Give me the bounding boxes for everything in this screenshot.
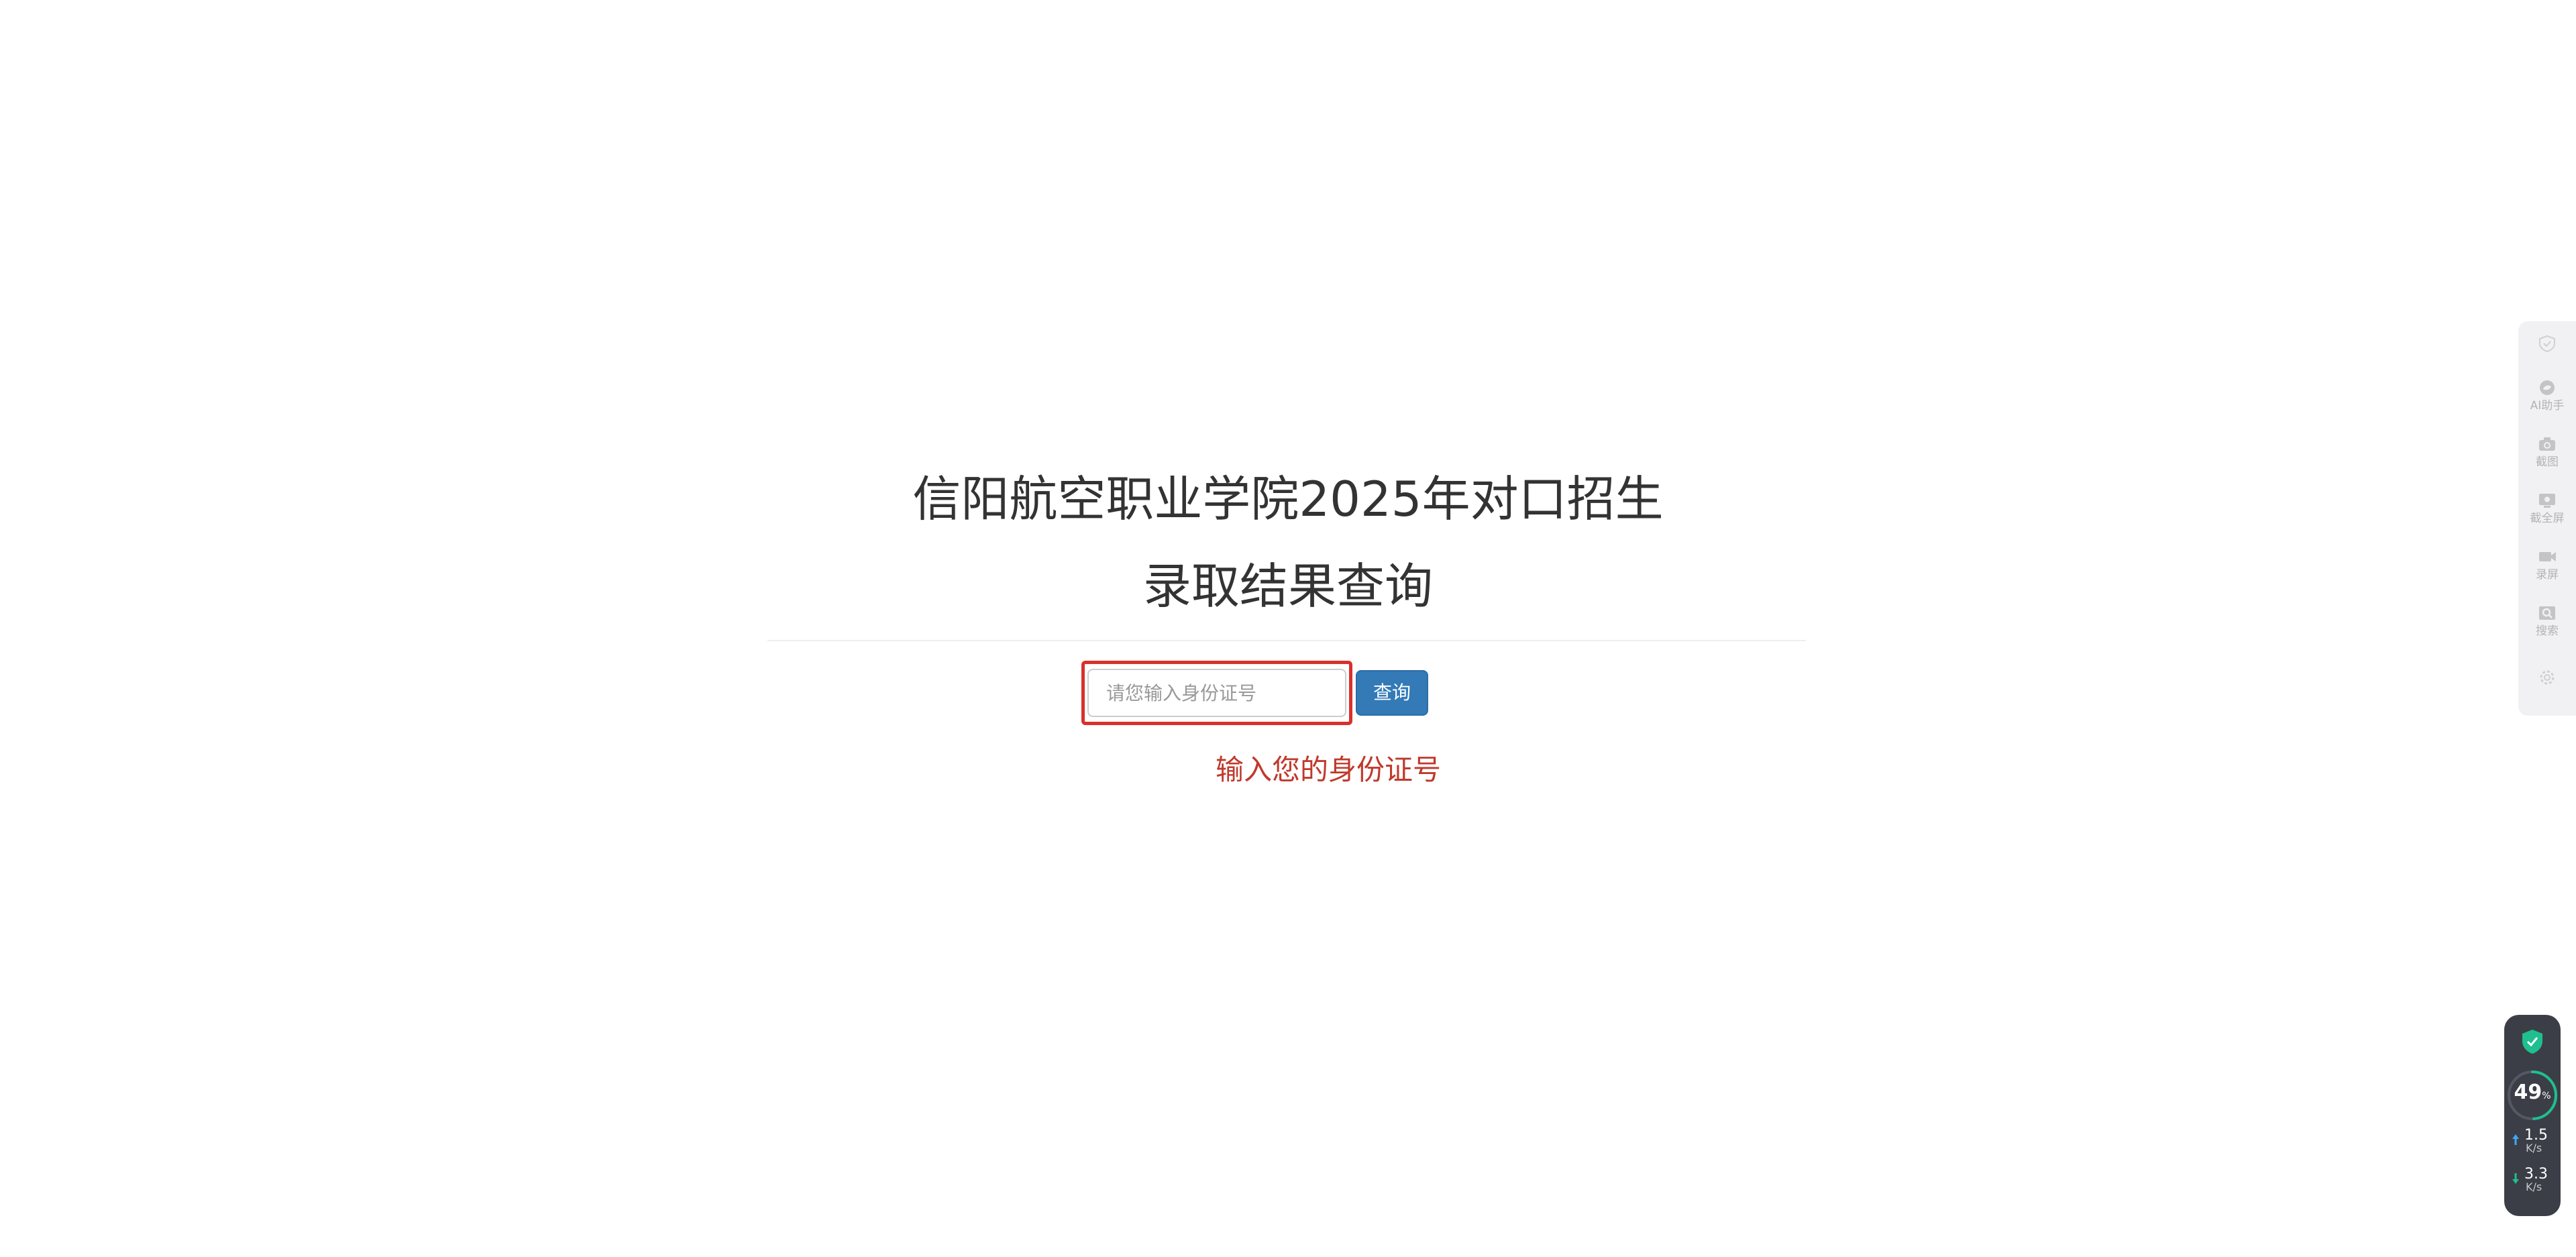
toolbar-fullscreen-capture[interactable]: 截全屏 [2518,492,2576,525]
download-speed-unit: K/s [2526,1181,2542,1193]
toolbar-label: 截全屏 [2530,512,2565,525]
camera-icon [2539,437,2555,451]
page-title-line-2: 录取结果查询 [1142,558,1433,614]
title-divider [767,640,1806,641]
download-speed-row: 3.3 K/s [2510,1166,2558,1196]
toolbar-label: AI助手 [2530,399,2565,413]
upload-speed-unit: K/s [2526,1142,2542,1154]
page: 信阳航空职业学院2025年对口招生 录取结果查询 查询 输入您的身份证号 AI助… [0,0,2576,1257]
network-monitor-widget[interactable]: 49% 1.5 K/s 3.3 K/s [2504,1015,2561,1216]
cpu-percent-unit: % [2542,1091,2551,1101]
toolbar-settings[interactable] [2518,669,2576,686]
screen-capture-icon [2539,494,2555,508]
toolbar-screenshot[interactable]: 截图 [2518,435,2576,469]
security-check-icon [2522,1030,2542,1054]
page-title-line-1: 信阳航空职业学院2025年对口招生 [912,471,1664,527]
toolbar-label: 搜索 [2536,624,2559,638]
toolbar-screen-record[interactable]: 录屏 [2518,548,2576,582]
shield-outline-icon [2539,335,2555,352]
side-toolbar: AI助手 截图 截全屏 录屏 搜索 [2518,321,2576,716]
toolbar-ai-assistant[interactable]: AI助手 [2518,379,2576,413]
toolbar-label: 录屏 [2536,568,2559,582]
ai-assistant-icon [2540,380,2555,395]
id-hint-text: 输入您的身份证号 [1216,753,1442,786]
toolbar-image-search[interactable]: 搜索 [2518,604,2576,638]
toolbar-label: 截图 [2536,455,2559,469]
id-number-input[interactable] [1087,669,1346,717]
video-record-icon [2539,552,2556,561]
cpu-percent: 49 [2514,1081,2542,1104]
cpu-usage-value: 49% [2504,1079,2561,1109]
toolbar-shield-button[interactable] [2518,335,2576,352]
upload-arrow-icon [2512,1134,2519,1145]
query-button[interactable]: 查询 [1356,670,1428,716]
download-arrow-icon [2512,1173,2519,1184]
upload-speed-row: 1.5 K/s [2510,1128,2558,1157]
settings-icon [2540,670,2555,685]
image-search-icon [2539,606,2555,620]
